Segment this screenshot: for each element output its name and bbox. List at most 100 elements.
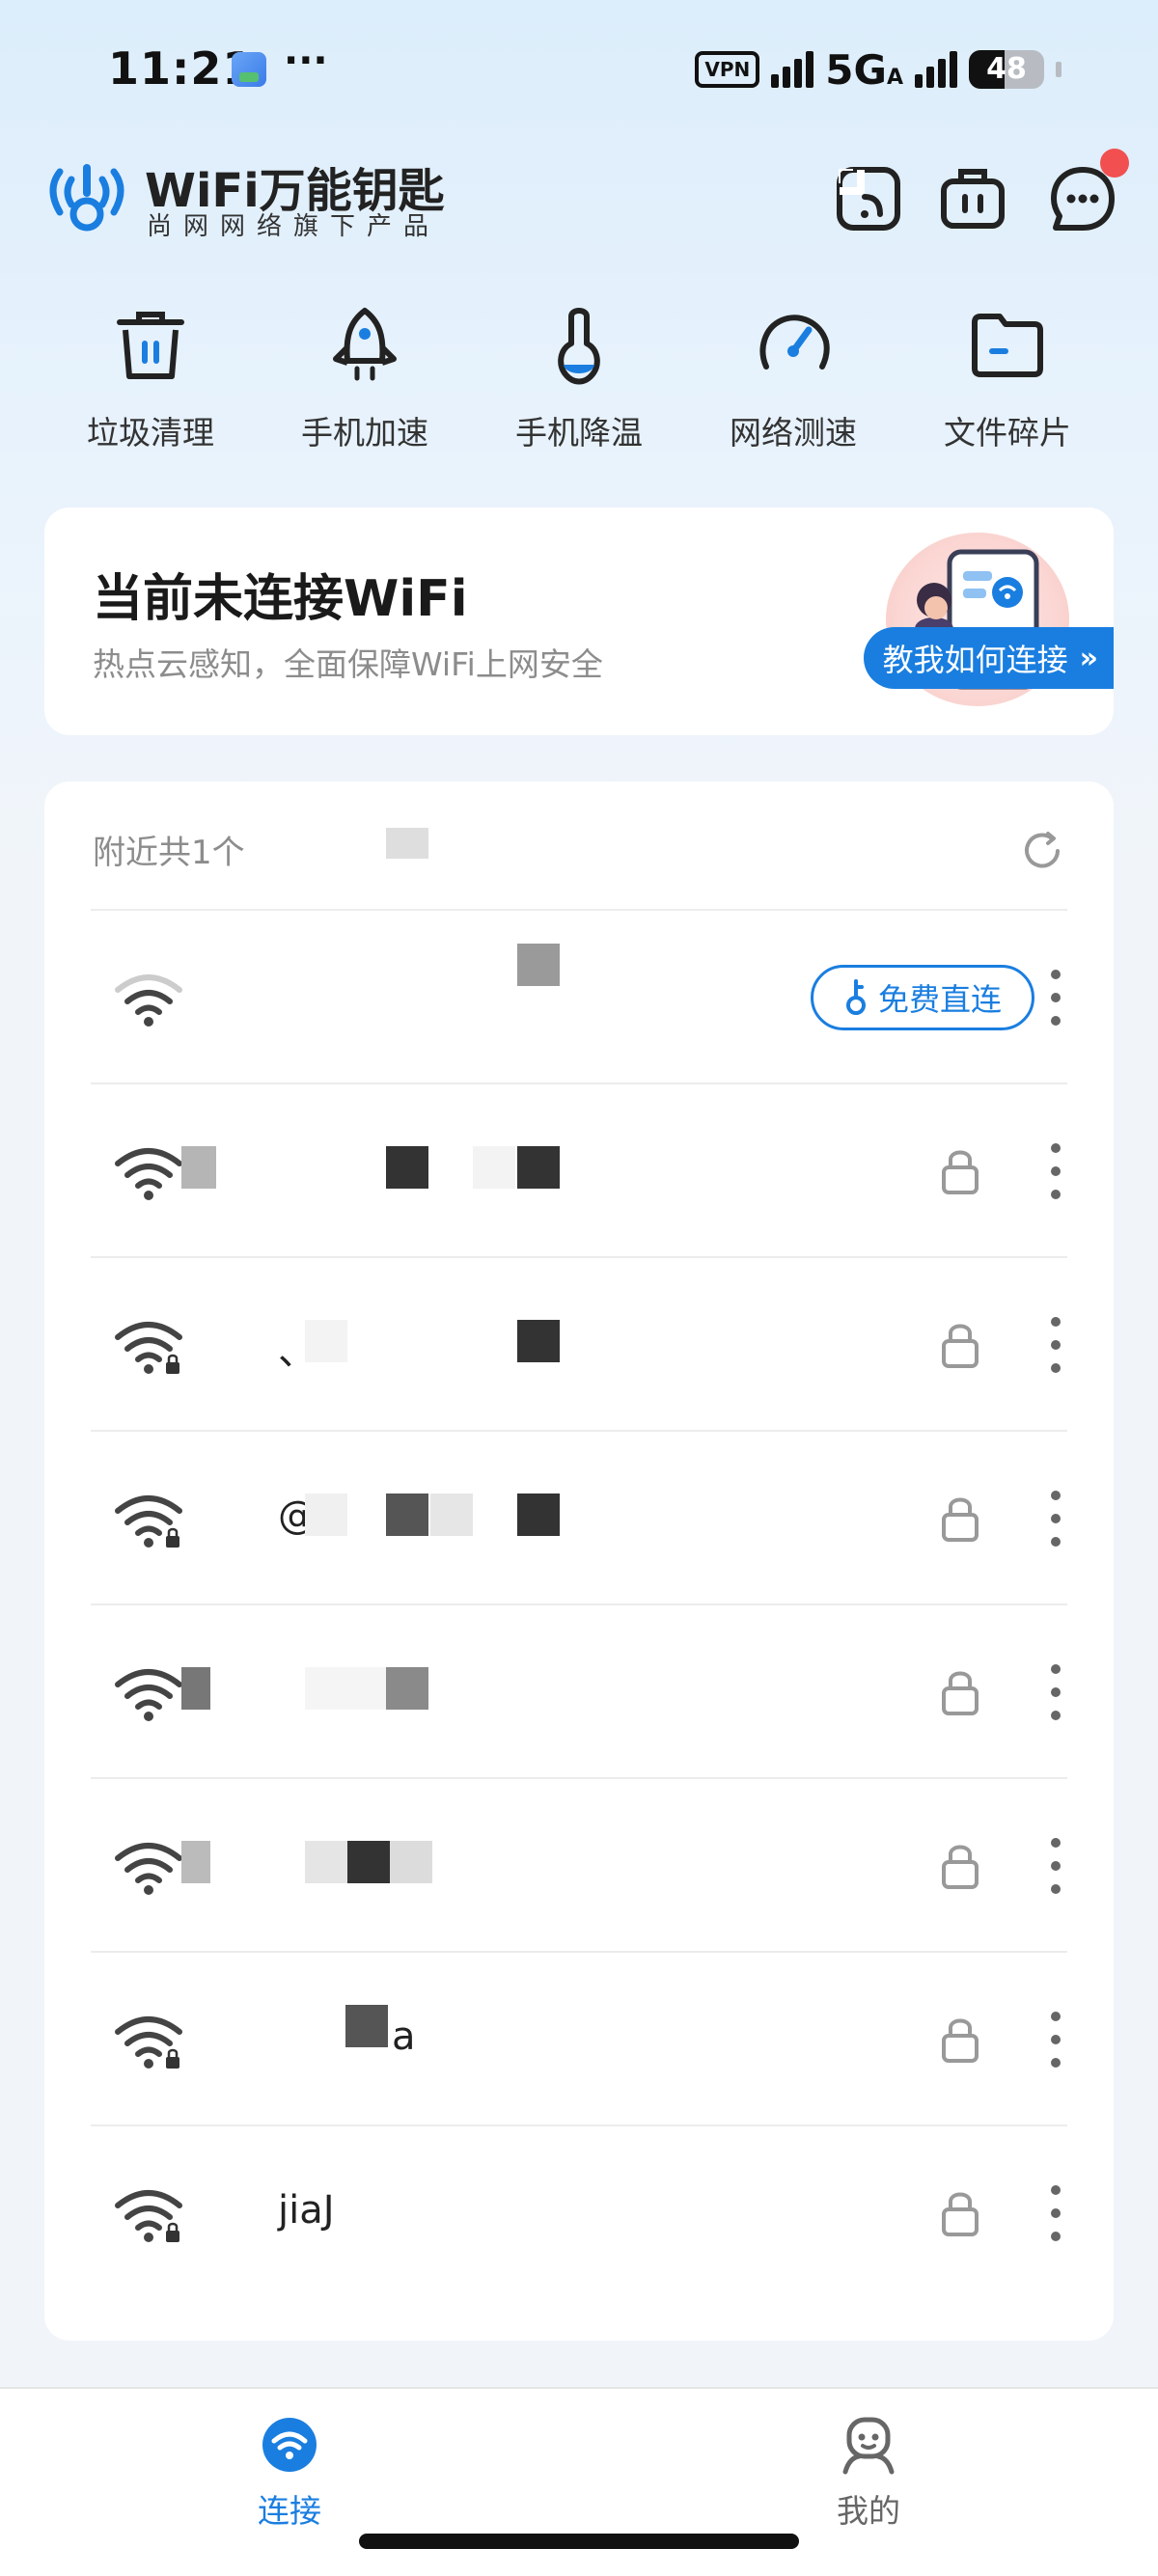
privacy-mosaic	[345, 2005, 388, 2047]
scan-icon	[837, 167, 900, 231]
privacy-mosaic	[347, 1841, 390, 1883]
nearby-wifi-count: 附近共1个	[93, 834, 245, 872]
privacy-mosaic	[181, 1667, 210, 1710]
thermometer-icon	[558, 308, 600, 385]
wifi-network-row[interactable]: a	[91, 1951, 1067, 2124]
more-options-icon[interactable]	[1048, 1486, 1063, 1551]
connection-status-card: 当前未连接WiFi 热点云感知，全面保障WiFi上网安全 教我如何连接 »	[44, 507, 1114, 735]
privacy-mosaic	[305, 1841, 347, 1883]
refresh-icon[interactable]	[1019, 828, 1065, 874]
toolbox-button[interactable]	[936, 162, 1009, 235]
connection-status-subtitle: 热点云感知，全面保障WiFi上网安全	[93, 645, 603, 683]
trash-icon	[117, 312, 184, 379]
connection-status-title: 当前未连接WiFi	[93, 570, 468, 628]
wifi-network-row[interactable]	[91, 1603, 1067, 1777]
privacy-mosaic	[517, 1146, 560, 1189]
privacy-mosaic	[386, 1667, 428, 1710]
lock-icon	[942, 1671, 979, 1715]
connect-guide-button[interactable]: 教我如何连接 »	[863, 627, 1114, 689]
signal-strength-icon-2	[915, 51, 957, 88]
privacy-mosaic	[430, 1494, 473, 1536]
network-type: 5GA	[825, 45, 903, 94]
scan-button[interactable]	[832, 162, 905, 235]
home-indicator[interactable]	[359, 2534, 799, 2549]
privacy-mosaic	[473, 1146, 515, 1189]
connect-guide-label: 教我如何连接	[882, 642, 1068, 678]
wifi-network-row[interactable]: 免费直连	[91, 909, 1067, 1082]
tool-label: 文件碎片	[944, 414, 1071, 452]
tab-connect[interactable]: 连接	[193, 2414, 386, 2532]
privacy-mosaic	[517, 944, 560, 986]
wifi-network-row[interactable]: 、	[91, 1256, 1067, 1430]
wifi-ssid: a	[392, 2014, 416, 2059]
free-connect-button[interactable]: 免费直连	[811, 965, 1034, 1030]
toolbox-icon	[941, 169, 1005, 229]
wifi-signal-icon	[115, 1669, 182, 1721]
free-connect-label: 免费直连	[877, 981, 1002, 1018]
double-chevron-right-icon: »	[1079, 641, 1099, 675]
tool-phone-cool[interactable]: 手机降温	[473, 305, 685, 453]
tab-label: 连接	[258, 2492, 321, 2530]
wifi-ssid: jiaJ	[278, 2188, 335, 2233]
privacy-mosaic	[181, 1841, 210, 1883]
wifi-network-row[interactable]: @	[91, 1430, 1067, 1603]
folder-icon	[972, 314, 1043, 377]
user-tab-icon	[842, 2417, 895, 2475]
tool-file-fragments[interactable]: 文件碎片	[901, 305, 1114, 453]
status-indicators: VPN 5GA 48	[695, 45, 1062, 94]
app-subtitle: 尚网网络旗下产品	[147, 212, 441, 241]
privacy-mosaic	[517, 1494, 560, 1536]
tool-speed-test[interactable]: 网络测速	[687, 305, 899, 453]
more-options-icon[interactable]	[1048, 965, 1063, 1030]
tool-label: 网络测速	[730, 414, 857, 452]
wifi-signal-locked-icon	[115, 2190, 182, 2242]
battery-icon: 48	[969, 50, 1044, 89]
wifi-signal-icon	[115, 974, 182, 1027]
notification-app-icon	[232, 52, 266, 87]
lock-icon	[942, 1150, 979, 1194]
wifi-tab-icon	[262, 2418, 317, 2472]
more-options-icon[interactable]	[1048, 1312, 1063, 1378]
wifi-key-logo-icon	[49, 164, 124, 232]
notification-badge	[1100, 149, 1129, 178]
wifi-network-row[interactable]: jiaJ	[91, 2124, 1067, 2298]
wifi-signal-locked-icon	[115, 1322, 182, 1374]
tool-junk-clean[interactable]: 垃圾清理	[44, 305, 257, 453]
lock-icon	[942, 1497, 979, 1542]
tab-mine[interactable]: 我的	[772, 2414, 965, 2532]
privacy-mosaic	[386, 1146, 428, 1189]
battery-tip	[1056, 62, 1062, 77]
tool-shortcuts: 垃圾清理 手机加速 手机降温 网络测速 文件碎片	[44, 305, 1114, 453]
rocket-icon	[333, 308, 397, 381]
lock-icon	[942, 2192, 979, 2236]
signal-strength-icon	[771, 51, 814, 88]
more-notifications-icon: ···	[284, 39, 328, 83]
wifi-network-row[interactable]	[91, 1777, 1067, 1951]
tool-phone-boost[interactable]: 手机加速	[259, 305, 471, 453]
speedometer-icon	[759, 315, 830, 370]
status-bar: 11:21 ··· VPN 5GA 48	[0, 0, 1158, 135]
privacy-mosaic	[181, 1146, 216, 1189]
lock-icon	[942, 1324, 979, 1368]
tool-label: 手机加速	[301, 414, 428, 452]
privacy-mosaic	[305, 1494, 347, 1536]
vpn-badge: VPN	[695, 51, 760, 88]
wifi-network-row[interactable]	[91, 1082, 1067, 1256]
more-options-icon[interactable]	[1048, 1833, 1063, 1899]
more-options-icon[interactable]	[1048, 2007, 1063, 2072]
tool-label: 垃圾清理	[87, 414, 214, 452]
privacy-mosaic	[386, 1494, 428, 1536]
wifi-signal-locked-icon	[115, 2016, 182, 2069]
messages-button[interactable]	[1046, 149, 1129, 235]
lock-icon	[942, 2018, 979, 2063]
more-options-icon[interactable]	[1048, 2180, 1063, 2246]
privacy-mosaic	[305, 1320, 347, 1362]
privacy-mosaic	[305, 1667, 386, 1710]
more-options-icon[interactable]	[1048, 1138, 1063, 1204]
wifi-signal-icon	[115, 1843, 182, 1895]
wifi-signal-locked-icon	[115, 1495, 182, 1548]
wifi-signal-icon	[115, 1148, 182, 1200]
more-options-icon[interactable]	[1048, 1659, 1063, 1725]
privacy-mosaic	[517, 1320, 560, 1362]
privacy-mosaic	[386, 828, 428, 859]
